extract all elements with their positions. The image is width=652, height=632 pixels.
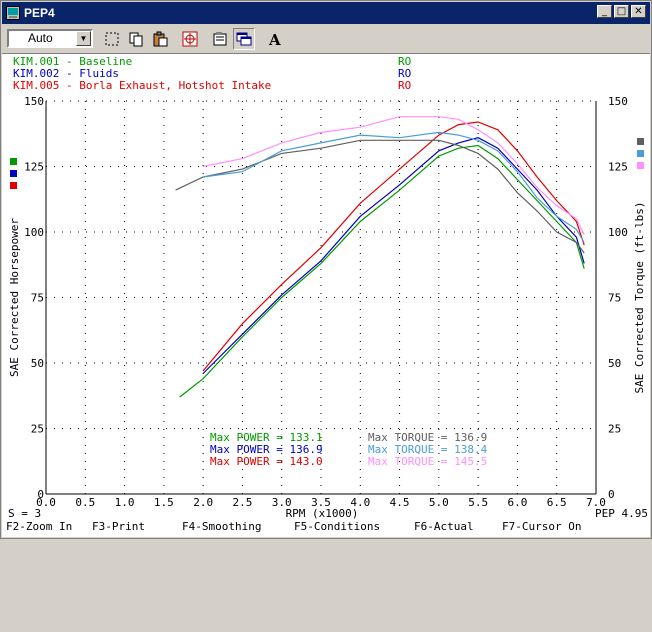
fkey-actual[interactable]: F6-Actual: [414, 520, 474, 534]
power-series-line: [179, 144, 585, 398]
y-tick-label-right: 150: [608, 95, 628, 108]
dyno-chart[interactable]: KIM.001 - Baseline RO KIM.002 - Fluids RO KI…: [2, 54, 650, 520]
chevron-down-icon[interactable]: ▼: [76, 31, 91, 46]
x-tick-label: 2.0: [193, 496, 213, 509]
paste-button[interactable]: [149, 28, 171, 50]
legend-label: KIM.005 - Borla Exhaust, Hotshot Intake: [13, 79, 271, 92]
y-tick-label-left: 50: [31, 357, 44, 370]
y-tick-label-right: 125: [608, 161, 628, 174]
y-tick-label-right: 0: [608, 488, 615, 501]
fkey-print[interactable]: F3-Print: [92, 520, 145, 534]
select-region-button[interactable]: [101, 28, 123, 50]
y-tick-label-left: 125: [24, 161, 44, 174]
x-tick-label: 5.5: [468, 496, 488, 509]
torque-series-line: [202, 116, 585, 235]
x-tick-label: 2.5: [232, 496, 252, 509]
copy-button[interactable]: [125, 28, 147, 50]
power-series-marker: [10, 158, 17, 165]
font-button[interactable]: A: [263, 28, 285, 50]
version-label: PEP 4.95: [595, 507, 648, 520]
title-bar[interactable]: PEP4 _ □ ✕: [2, 2, 650, 24]
pep4-window: PEP4 _ □ ✕ Auto ▼ A KIM.001 - Baseline R…: [0, 0, 652, 539]
torque-series-marker: [637, 138, 644, 145]
target-button[interactable]: [179, 28, 201, 50]
power-series-marker: [10, 170, 17, 177]
power-series-line: [202, 137, 585, 374]
y-tick-label-right: 50: [608, 357, 621, 370]
window-layout-icon: [236, 32, 252, 46]
function-key-bar: F2-Zoom In F3-Print F4-Smoothing F5-Cond…: [2, 520, 650, 537]
y-tick-label-left: 25: [31, 423, 44, 436]
x-tick-label: 6.5: [547, 496, 567, 509]
torque-series-marker: [637, 150, 644, 157]
x-tick-label: 0.5: [75, 496, 95, 509]
app-icon: [6, 6, 20, 20]
y-tick-label-right: 25: [608, 423, 621, 436]
torque-series-line: [203, 131, 585, 243]
close-button[interactable]: ✕: [631, 5, 646, 18]
y-tick-label-left: 150: [24, 95, 44, 108]
svg-text:A: A: [268, 31, 281, 47]
chart-svg: KIM.001 - Baseline ROKIM.002 - Fluids ROKI…: [8, 55, 648, 520]
max-torque-label: Max TORQUE = 145.5: [368, 455, 487, 468]
mode-select-value: Auto: [28, 31, 53, 45]
fkey-zoom-in[interactable]: F2-Zoom In: [6, 520, 72, 534]
window-layout-button[interactable]: [233, 28, 255, 50]
select-region-icon: [105, 32, 119, 46]
legend-code: RO: [398, 79, 411, 92]
y-tick-label-right: 75: [608, 292, 621, 305]
x-tick-label: 5.0: [429, 496, 449, 509]
smoothing-value: S = 3: [8, 507, 41, 520]
paste-icon: [153, 31, 168, 47]
y-axis-title-left: SAE Corrected Horsepower: [8, 218, 21, 377]
x-tick-label: 1.0: [115, 496, 135, 509]
copy-icon: [129, 32, 143, 47]
maximize-button[interactable]: □: [614, 5, 629, 18]
x-tick-label: 6.0: [507, 496, 527, 509]
minimize-button[interactable]: _: [597, 5, 612, 18]
x-tick-label: 4.5: [390, 496, 410, 509]
power-series-marker: [10, 182, 17, 189]
fkey-smoothing[interactable]: F4-Smoothing: [182, 520, 261, 534]
y-tick-label-left: 100: [24, 226, 44, 239]
properties-icon: [213, 32, 227, 46]
fkey-cursor-on[interactable]: F7-Cursor On: [502, 520, 581, 534]
font-icon: A: [268, 31, 281, 47]
y-tick-label-right: 100: [608, 226, 628, 239]
x-tick-label: 1.5: [154, 496, 174, 509]
crosshair-icon: [182, 31, 198, 47]
y-axis-title-right: SAE Corrected Torque (ft-lbs): [633, 201, 646, 393]
toolbar: Auto ▼ A: [2, 25, 650, 54]
torque-series-marker: [637, 162, 644, 169]
fkey-conditions[interactable]: F5-Conditions: [294, 520, 380, 534]
x-axis-title: RPM (x1000): [286, 507, 359, 520]
max-power-label: Max POWER = 143.0: [210, 455, 323, 468]
window-title: PEP4: [24, 6, 55, 20]
power-series-line: [202, 121, 585, 372]
properties-button[interactable]: [209, 28, 231, 50]
mode-select[interactable]: Auto ▼: [7, 29, 93, 48]
y-tick-label-left: 75: [31, 292, 44, 305]
